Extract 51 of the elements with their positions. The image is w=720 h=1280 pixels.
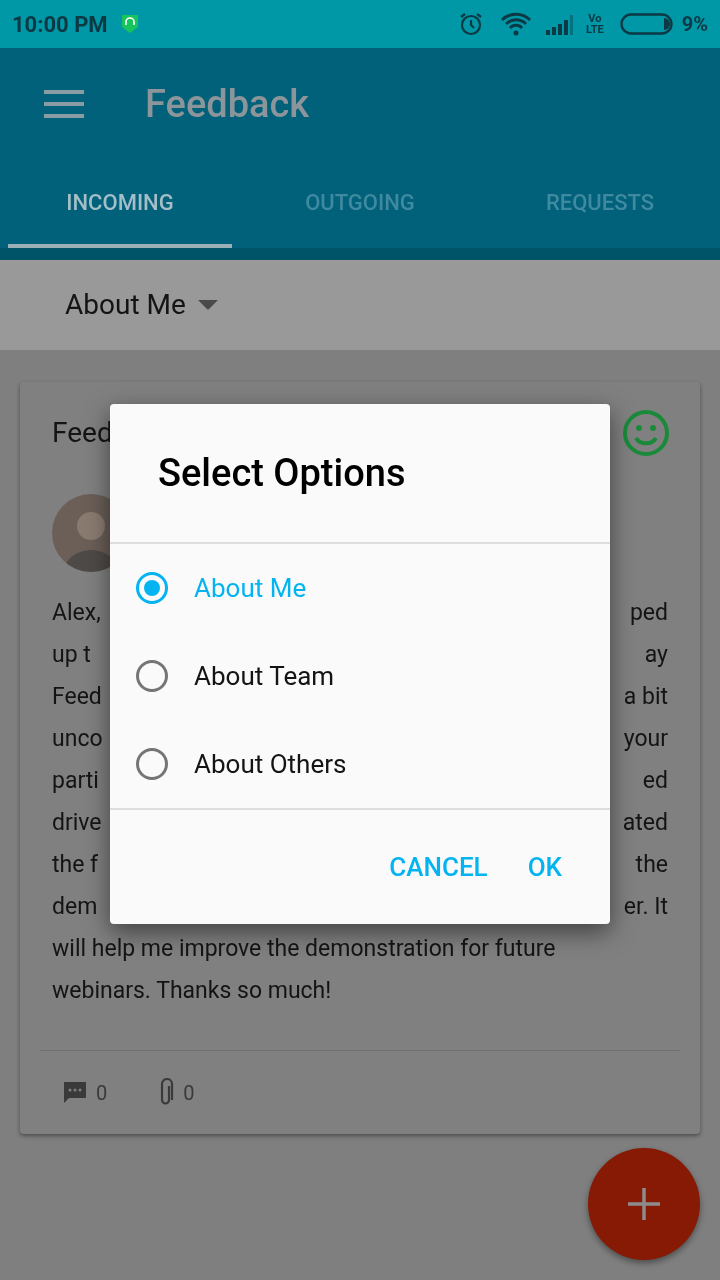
radio-button[interactable] (136, 748, 168, 780)
alarm-icon (458, 11, 484, 37)
comment-icon (62, 1079, 88, 1106)
lte-label: LTE (586, 24, 604, 35)
tab[interactable]: OUTGOING (248, 160, 472, 248)
wifi-icon (500, 12, 532, 36)
app-title: Feedback (145, 80, 310, 128)
body-text: ay (644, 640, 668, 670)
body-text: the (635, 850, 668, 880)
menu-icon[interactable] (44, 90, 84, 118)
battery-percent: 9% (681, 11, 708, 38)
body-text: Alex, (52, 598, 101, 628)
body-text: a bit (623, 682, 668, 712)
add-button[interactable] (588, 1148, 700, 1260)
body-text: the f (52, 850, 99, 880)
status-time: 10:00 PM (12, 10, 108, 39)
plus-icon (628, 1188, 660, 1220)
body-text: er. It (623, 892, 668, 922)
dialog-button[interactable]: OK (519, 839, 570, 895)
headset-icon (119, 13, 140, 35)
dropdown-caret-icon (197, 300, 218, 310)
body-text: ed (642, 766, 668, 796)
comment-count: 0 (96, 1079, 108, 1107)
radio-option[interactable]: About Me (110, 544, 610, 632)
attachment-count: 0 (183, 1079, 195, 1107)
radio-button[interactable] (136, 572, 168, 604)
body-text: Feed (52, 682, 102, 712)
filter-dropdown[interactable]: About Me (65, 284, 218, 326)
body-text: parti (52, 766, 99, 796)
body-text: up t (52, 640, 91, 670)
body-text: webinars. Thanks so much! (52, 976, 332, 1006)
body-text: will help me improve the demonstration for future (52, 934, 556, 964)
body-text: drive (52, 808, 102, 838)
battery-icon (619, 12, 674, 36)
signal-icon (544, 13, 574, 35)
tab[interactable]: REQUESTS (488, 160, 712, 248)
body-text: unco (52, 724, 103, 754)
body-text: your (623, 724, 668, 754)
radio-option[interactable]: About Others (110, 720, 610, 808)
volte-label: Vo (588, 13, 602, 24)
dialog-button[interactable]: CANCEL (381, 839, 496, 895)
body-text: ped (629, 598, 668, 628)
dialog-title: Select Options (158, 449, 406, 497)
option-label: About Others (194, 747, 347, 781)
radio-option[interactable]: About Team (110, 632, 610, 720)
body-text: dem (52, 892, 98, 922)
option-label: About Team (194, 659, 335, 693)
smiley-icon (622, 409, 670, 457)
body-text: ated (622, 808, 668, 838)
option-label: About Me (194, 571, 307, 605)
radio-button[interactable] (136, 660, 168, 692)
